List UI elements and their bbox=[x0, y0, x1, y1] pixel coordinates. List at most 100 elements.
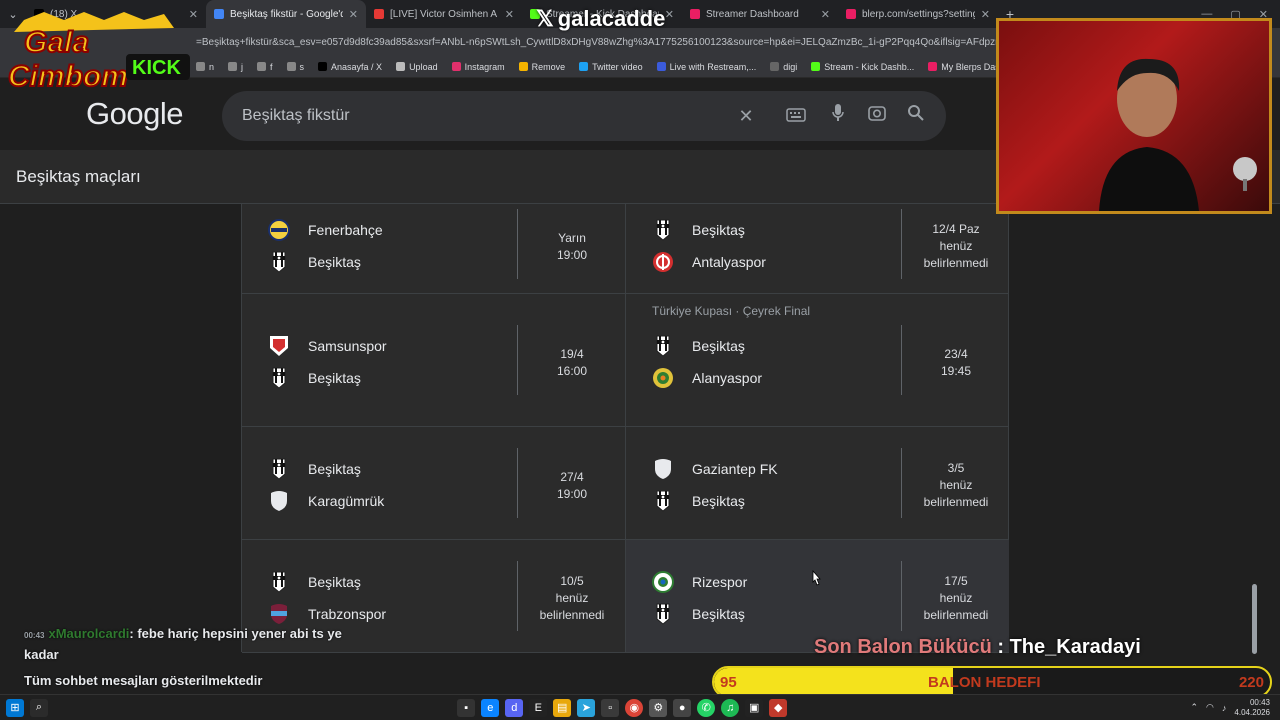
tab-favicon-icon bbox=[214, 9, 224, 19]
away-team: Beşiktaş bbox=[268, 367, 361, 389]
google-logo[interactable]: Google bbox=[86, 96, 183, 132]
chevron-up-icon[interactable]: ⌃ bbox=[1191, 702, 1199, 713]
home-team: Beşiktaş bbox=[268, 458, 361, 480]
browser-tab[interactable]: Beşiktaş fikstür - Google'da Ara ✕ bbox=[206, 0, 366, 28]
clock[interactable]: 00:43 4.04.2026 bbox=[1234, 698, 1270, 718]
tab-close-icon[interactable]: ✕ bbox=[349, 8, 358, 21]
match-card[interactable]: Gaziantep FK Beşiktaş 3/5 henüz belirlenmedi bbox=[625, 427, 1009, 540]
home-team-name: Beşiktaş bbox=[308, 461, 361, 477]
bjk-crest-icon bbox=[268, 251, 290, 273]
bookmark-item[interactable]: digi bbox=[770, 62, 797, 72]
bookmark-favicon-icon bbox=[286, 62, 296, 71]
microphone-icon[interactable] bbox=[826, 103, 850, 129]
match-time: Yarın 19:00 bbox=[518, 230, 626, 264]
spotify-icon[interactable]: ♫ bbox=[721, 698, 740, 717]
bjk-crest-icon bbox=[652, 603, 674, 625]
away-team-name: Beşiktaş bbox=[692, 493, 745, 509]
match-time-line: 27/4 bbox=[560, 470, 584, 484]
bookmark-favicon-icon bbox=[811, 62, 821, 71]
bookmark-item[interactable]: Remove bbox=[518, 61, 566, 72]
scrollbar-thumb[interactable] bbox=[1252, 584, 1257, 654]
telegram-icon[interactable]: ➤ bbox=[577, 698, 596, 717]
clear-icon[interactable]: ✕ bbox=[734, 103, 758, 129]
match-card[interactable]: Samsunspor Beşiktaş 19/4 16:00 bbox=[242, 294, 626, 427]
match-card[interactable]: Beşiktaş Antalyaspor 12/4 Paz henüz belirlen… bbox=[625, 204, 1009, 294]
tab-close-icon[interactable]: ✕ bbox=[821, 8, 830, 21]
match-time-line: henüz bbox=[939, 478, 973, 492]
tab-favicon-icon bbox=[846, 9, 856, 19]
match-card[interactable]: Fenerbahçe Beşiktaş Yarın 19:00 bbox=[242, 204, 626, 294]
bookmark-item[interactable]: Stream - Kick Dashb... bbox=[811, 62, 914, 72]
edge-icon[interactable]: e bbox=[481, 698, 500, 717]
search-icon[interactable] bbox=[904, 103, 928, 129]
app-icon[interactable]: ▣ bbox=[745, 698, 764, 717]
tab-title: Beşiktaş fikstür - Google'da Ara bbox=[230, 8, 343, 20]
bookmark-item[interactable]: Live with Restream,... bbox=[656, 62, 756, 72]
chat-username: xMaurolcardi bbox=[48, 626, 130, 641]
bookmark-label: j bbox=[241, 61, 244, 72]
lens-icon[interactable] bbox=[865, 103, 889, 129]
search-input[interactable] bbox=[242, 91, 722, 141]
browser-tab[interactable]: blerp.com/settings?settingsTyp ✕ bbox=[838, 0, 998, 28]
tab-close-icon[interactable]: ✕ bbox=[665, 8, 674, 21]
bookmark-item[interactable]: f bbox=[257, 62, 273, 72]
away-team: Beşiktaş bbox=[652, 490, 745, 512]
home-team: Beşiktaş bbox=[652, 219, 745, 241]
scrollbar[interactable] bbox=[1250, 204, 1258, 654]
bjk-crest-icon bbox=[268, 458, 290, 480]
bookmark-favicon-icon bbox=[257, 62, 267, 71]
url-text[interactable]: =Beşiktaş+fikstür&sca_esv=e057d9d8fc39ad… bbox=[196, 37, 996, 48]
match-time: 19/4 16:00 bbox=[518, 346, 626, 380]
bookmark-favicon-icon bbox=[770, 62, 780, 71]
wifi-icon[interactable]: ◠ bbox=[1206, 702, 1214, 713]
bookmark-item[interactable]: Instagram bbox=[451, 62, 505, 72]
home-team-name: Beşiktaş bbox=[692, 338, 745, 354]
bjk-crest-icon bbox=[652, 335, 674, 357]
whatsapp-icon[interactable]: ✆ bbox=[697, 698, 716, 717]
microphone-icon bbox=[1233, 157, 1257, 191]
tab-close-icon[interactable]: ✕ bbox=[505, 8, 514, 21]
start-icon[interactable]: ⊞ bbox=[6, 698, 24, 717]
chrome-icon[interactable]: ◉ bbox=[625, 698, 644, 717]
match-time-line: belirlenmedi bbox=[539, 608, 605, 622]
match-card[interactable]: Beşiktaş Karagümrük 27/4 19:00 bbox=[242, 427, 626, 540]
search-icon[interactable]: ⌕ bbox=[30, 698, 48, 717]
settings-icon[interactable]: ⚙ bbox=[649, 698, 668, 717]
bookmark-favicon-icon bbox=[451, 62, 461, 71]
app-icon[interactable]: ◆ bbox=[769, 698, 788, 717]
bookmark-label: digi bbox=[783, 61, 798, 72]
galatasaray-kick-logo: Gala Cimbom KICK bbox=[4, 10, 194, 94]
away-team: Beşiktaş bbox=[652, 603, 745, 625]
bookmark-item[interactable]: Anasayfa / X bbox=[318, 62, 382, 72]
away-team-name: Trabzonspor bbox=[308, 606, 387, 622]
bookmark-item[interactable]: n bbox=[196, 62, 214, 72]
app-icon[interactable]: ▪ bbox=[457, 698, 476, 717]
home-team: Rizespor bbox=[652, 571, 747, 593]
match-card[interactable]: Türkiye Kupası · Çeyrek Final Beşiktaş Ala… bbox=[625, 294, 1009, 427]
bookmark-item[interactable]: j bbox=[228, 62, 243, 72]
obs-icon[interactable]: ● bbox=[673, 698, 692, 717]
match-time-line: henüz bbox=[555, 591, 589, 605]
chat-text: : febe hariç hepsini yener abi ts ye bbox=[129, 626, 342, 641]
epic-icon[interactable]: E bbox=[529, 698, 548, 717]
folder-icon[interactable]: ▤ bbox=[553, 698, 572, 717]
search-box[interactable]: ✕ bbox=[222, 91, 946, 141]
logo-kick: KICK bbox=[132, 57, 181, 79]
keyboard-icon[interactable] bbox=[784, 103, 808, 129]
tab-close-icon[interactable]: ✕ bbox=[981, 8, 990, 21]
bookmark-favicon-icon bbox=[196, 62, 205, 71]
match-time: 23/4 19:45 bbox=[902, 346, 1010, 380]
away-team: Karagümrük bbox=[268, 490, 384, 512]
bookmark-label: Remove bbox=[531, 61, 566, 72]
bookmark-item[interactable]: Upload bbox=[396, 62, 438, 72]
chat-text: Tüm sohbet mesajları gösterilmektedir bbox=[24, 673, 263, 688]
browser-tab[interactable]: [LIVE] Victor Osimhen A ✕ bbox=[366, 0, 522, 28]
app-icon[interactable]: ▫ bbox=[601, 698, 620, 717]
bookmark-item[interactable]: s bbox=[286, 62, 304, 72]
browser-tab[interactable]: Streamer Dashboard ✕ bbox=[682, 0, 838, 28]
discord-icon[interactable]: d bbox=[505, 698, 524, 717]
bookmark-item[interactable]: Twitter video bbox=[579, 62, 643, 72]
bjk-crest-icon bbox=[268, 571, 290, 593]
volume-icon[interactable]: ♪ bbox=[1222, 703, 1227, 713]
clock-date: 4.04.2026 bbox=[1234, 707, 1270, 717]
